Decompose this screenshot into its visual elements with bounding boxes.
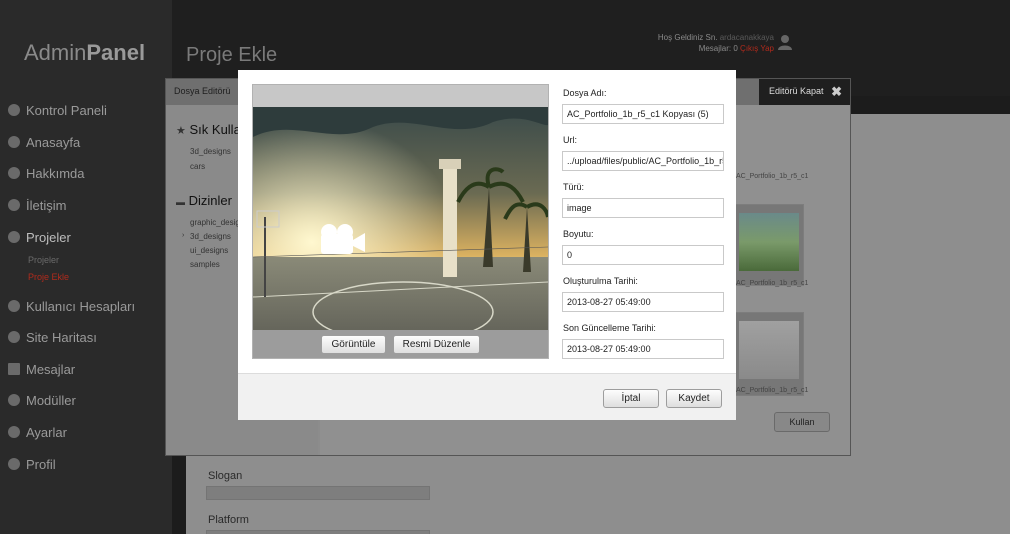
- url-label: Url:: [563, 135, 577, 145]
- sidebar-item-about[interactable]: Hakkımda: [8, 166, 85, 181]
- sidebar-item-sitemap[interactable]: Site Haritası: [8, 330, 97, 345]
- sidebar-subitem-projects[interactable]: Projeler: [28, 255, 59, 265]
- messages-count[interactable]: Mesajlar: 0: [699, 44, 738, 53]
- favorite-item[interactable]: cars: [190, 162, 205, 171]
- save-button[interactable]: Kaydet: [666, 389, 722, 408]
- thumbnail-caption: AC_Portfolio_1b_r5_c1: [736, 387, 809, 394]
- type-input[interactable]: image: [562, 198, 724, 218]
- modal-footer: [238, 374, 736, 420]
- sidebar-subitem-add-project[interactable]: Proje Ekle: [28, 272, 69, 282]
- sidebar-item-label: İletişim: [26, 198, 67, 213]
- sidebar-item-label: Mesajlar: [26, 362, 76, 377]
- folder-item[interactable]: ui_designs: [190, 246, 228, 255]
- sidebar-item-label: Profil: [26, 457, 56, 472]
- size-input[interactable]: 0: [562, 245, 724, 265]
- username[interactable]: ardacanakkaya: [720, 33, 774, 42]
- filename-input[interactable]: AC_Portfolio_1b_r5_c1 Kopyası (5): [562, 104, 724, 124]
- created-date-label: Oluşturulma Tarihi:: [563, 276, 638, 286]
- created-date-input[interactable]: 2013-08-27 05:49:00: [562, 292, 724, 312]
- logo-text: Admin: [24, 40, 87, 65]
- thumbnail-caption: AC_Portfolio_1b_r5_c1: [736, 280, 809, 287]
- file-editor-title: Dosya Editörü: [174, 86, 231, 96]
- star-icon: ★: [176, 125, 186, 137]
- sitemap-icon: [8, 331, 20, 343]
- thumbnail-image: [739, 321, 799, 379]
- use-button[interactable]: Kullan: [774, 412, 830, 432]
- view-button[interactable]: Görüntüle: [321, 335, 386, 354]
- welcome-text: Hoş Geldiniz Sn.: [657, 33, 718, 42]
- page-title: Proje Ekle: [186, 44, 278, 66]
- folders-title: Dizinler: [188, 193, 232, 208]
- preview-image: [253, 107, 548, 353]
- modules-icon: [8, 394, 20, 406]
- sidebar-item-label: Ayarlar: [26, 425, 67, 440]
- logout-link[interactable]: Çıkış Yap: [740, 44, 774, 53]
- url-input[interactable]: ../upload/files/public/AC_Portfolio_1b_r…: [562, 151, 724, 171]
- profile-icon: [8, 458, 20, 470]
- sidebar-item-label: Kullanıcı Hesapları: [26, 299, 136, 314]
- sidebar-item-label: Anasayfa: [26, 135, 81, 150]
- sidebar-item-label: Hakkımda: [26, 166, 85, 181]
- home-icon: [8, 136, 20, 148]
- image-preview: [252, 84, 549, 359]
- size-label: Boyutu:: [563, 229, 594, 239]
- video-camera-icon: [321, 224, 365, 254]
- file-thumbnail[interactable]: [732, 312, 804, 396]
- filename-label: Dosya Adı:: [563, 88, 607, 98]
- thumbnail-caption: AC_Portfolio_1b_r5_c1: [736, 173, 809, 180]
- dashboard-icon: [8, 104, 20, 116]
- users-icon: [8, 300, 20, 312]
- platform-label: Platform: [208, 514, 249, 526]
- logo[interactable]: AdminPanel: [24, 40, 145, 66]
- folder-item[interactable]: › 3d_designs: [182, 232, 231, 241]
- sidebar-item-contact[interactable]: İletişim: [8, 198, 66, 213]
- logo-text-bold: Panel: [86, 40, 146, 65]
- close-editor-label: Editörü Kapat: [769, 86, 824, 96]
- cancel-button[interactable]: İptal: [603, 389, 659, 408]
- settings-icon: [8, 426, 20, 438]
- expand-icon: ›: [182, 232, 185, 239]
- welcome-box: Hoş Geldiniz Sn. ardacanakkaya Mesajlar:…: [620, 33, 774, 53]
- edit-image-button[interactable]: Resmi Düzenle: [393, 335, 480, 354]
- slogan-input[interactable]: [206, 486, 430, 500]
- sidebar-item-home[interactable]: Anasayfa: [8, 135, 80, 150]
- avatar[interactable]: [778, 34, 792, 50]
- sidebar-item-dashboard[interactable]: Kontrol Paneli: [8, 103, 107, 118]
- sidebar-item-label: Site Haritası: [26, 330, 97, 345]
- type-label: Türü:: [563, 182, 585, 192]
- sidebar-item-label: Modüller: [26, 393, 76, 408]
- sidebar: [0, 0, 172, 534]
- sidebar-item-label: Kontrol Paneli: [26, 103, 107, 118]
- folders-heading: ▬ Dizinler: [176, 193, 232, 208]
- sidebar-item-profile[interactable]: Profil: [8, 457, 56, 472]
- slogan-label: Slogan: [208, 470, 243, 482]
- sidebar-item-label: Projeler: [26, 230, 71, 245]
- mail-icon: [8, 363, 20, 375]
- updated-date-label: Son Güncelleme Tarihi:: [563, 323, 656, 333]
- folder-label: 3d_designs: [190, 232, 231, 241]
- drive-icon: ▬: [176, 197, 185, 207]
- close-editor-button[interactable]: Editörü Kapat ✖: [759, 79, 850, 105]
- projects-icon: [8, 231, 20, 243]
- close-icon: ✖: [831, 84, 842, 99]
- info-icon: [8, 167, 20, 179]
- thumbnail-image: [739, 213, 799, 271]
- contact-icon: [8, 199, 20, 211]
- sidebar-item-modules[interactable]: Modüller: [8, 393, 76, 408]
- folder-item[interactable]: samples: [190, 260, 220, 269]
- sidebar-item-projects[interactable]: Projeler: [8, 230, 71, 245]
- platform-input[interactable]: [206, 530, 430, 534]
- file-thumbnail[interactable]: [732, 204, 804, 286]
- welcome-line: Hoş Geldiniz Sn. ardacanakkaya: [620, 33, 774, 42]
- favorite-item[interactable]: 3d_designs: [190, 147, 231, 156]
- sidebar-item-messages[interactable]: Mesajlar: [8, 362, 75, 377]
- updated-date-input[interactable]: 2013-08-27 05:49:00: [562, 339, 724, 359]
- sidebar-item-settings[interactable]: Ayarlar: [8, 425, 67, 440]
- sidebar-item-users[interactable]: Kullanıcı Hesapları: [8, 299, 135, 314]
- messages-line: Mesajlar: 0 Çıkış Yap: [620, 44, 774, 53]
